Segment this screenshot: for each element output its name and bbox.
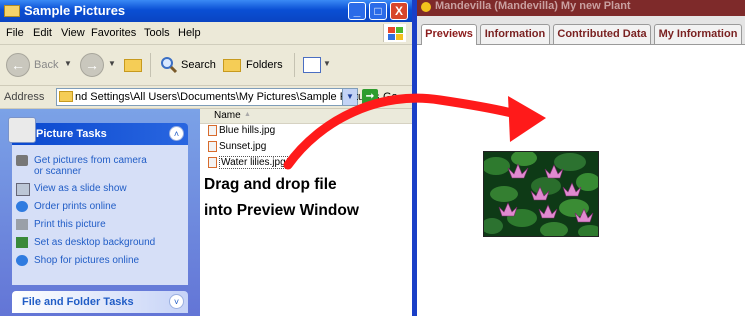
minimize-button[interactable]: _ xyxy=(348,2,366,20)
instruction-line-1: Drag and drop file xyxy=(204,176,337,193)
tab-information[interactable]: Information xyxy=(480,24,550,44)
close-button[interactable]: X xyxy=(390,2,408,20)
task-label: or scanner xyxy=(34,166,82,177)
views-dropdown-icon[interactable]: ▼ xyxy=(323,59,331,68)
water-lilies-preview-image xyxy=(483,151,599,237)
drag-drop-instruction: Drag and drop file into Preview Window xyxy=(204,172,359,224)
address-label: Address xyxy=(4,91,45,103)
task-label: Set as desktop background xyxy=(34,237,156,248)
search-icon[interactable] xyxy=(160,56,178,74)
back-button-label[interactable]: Back xyxy=(34,59,58,71)
views-icon[interactable] xyxy=(303,57,321,73)
menu-tools[interactable]: Tools xyxy=(144,27,170,39)
jpg-file-icon xyxy=(208,125,217,136)
explorer-window: Sample Pictures _ □ X File Edit View Fav… xyxy=(0,0,412,316)
sort-arrow-icon: ▲ xyxy=(244,111,251,118)
toolbar-separator xyxy=(294,53,295,77)
file-item[interactable]: Blue hills.jpg xyxy=(208,125,275,136)
column-header[interactable]: Name ▲ xyxy=(200,109,412,124)
expand-chevron-icon[interactable]: ˅ xyxy=(169,294,184,309)
globe-icon xyxy=(16,201,28,212)
file-name: Sunset.jpg xyxy=(219,141,267,153)
toolbar: ← Back ▼ → ▼ Search Folders ▼ xyxy=(0,45,412,86)
jpg-file-icon xyxy=(208,157,217,168)
back-arrow-icon[interactable]: ← xyxy=(6,53,30,77)
menu-edit[interactable]: Edit xyxy=(33,27,52,39)
menu-help[interactable]: Help xyxy=(178,27,201,39)
task-label: View as a slide show xyxy=(34,183,127,194)
search-button-label[interactable]: Search xyxy=(181,59,216,71)
file-item[interactable]: Sunset.jpg xyxy=(208,141,266,152)
printer-icon xyxy=(16,219,28,230)
windows-logo-icon xyxy=(383,24,406,42)
address-value: nd Settings\All Users\Documents\My Pictu… xyxy=(75,91,380,103)
desktop-icon xyxy=(16,237,28,248)
menu-file[interactable]: File xyxy=(6,27,24,39)
picture-tasks-panel: Get pictures from camera or scanner View… xyxy=(12,145,188,285)
collapse-chevron-icon[interactable]: ˄ xyxy=(169,126,184,141)
go-arrow-icon[interactable]: ➞ xyxy=(362,89,378,105)
tab-previews[interactable]: Previews xyxy=(421,24,477,45)
app-titlebar[interactable]: Mandevilla (Mandevilla) My new Plant xyxy=(417,0,745,16)
forward-arrow-icon[interactable]: → xyxy=(80,53,104,77)
instruction-line-2: into Preview Window xyxy=(204,202,359,219)
task-label: Print this picture xyxy=(34,219,106,230)
tab-bar: Previews Information Contributed Data My… xyxy=(417,16,745,45)
picture-tasks-title: Picture Tasks xyxy=(36,128,107,140)
app-info-icon xyxy=(421,2,431,12)
menu-bar: File Edit View Favorites Tools Help xyxy=(0,22,412,45)
tab-my-information[interactable]: My Information xyxy=(654,24,742,44)
file-name: Water lilies.jpg xyxy=(219,156,288,170)
tab-contributed-data[interactable]: Contributed Data xyxy=(553,24,651,44)
task-label: Get pictures from camera xyxy=(34,155,147,166)
forward-dropdown-icon[interactable]: ▼ xyxy=(108,59,116,68)
toolbar-separator xyxy=(150,53,151,77)
address-dropdown-icon[interactable]: ▼ xyxy=(342,89,357,105)
up-folder-icon[interactable] xyxy=(124,59,142,72)
folder-icon xyxy=(59,91,73,102)
go-button-label[interactable]: Go xyxy=(383,91,398,103)
file-folder-tasks-title: File and Folder Tasks xyxy=(22,296,134,308)
task-pane: Picture Tasks ˄ Get pictures from camera… xyxy=(0,109,200,316)
jpg-file-icon xyxy=(208,141,217,152)
app-window: Mandevilla (Mandevilla) My new Plant Pre… xyxy=(417,0,745,316)
app-title: Mandevilla (Mandevilla) My new Plant xyxy=(435,0,631,12)
picture-tasks-icon xyxy=(8,117,36,143)
folders-button-label[interactable]: Folders xyxy=(246,59,283,71)
column-name[interactable]: Name xyxy=(214,110,241,121)
address-bar: Address nd Settings\All Users\Documents\… xyxy=(0,86,412,109)
task-label: Shop for pictures online xyxy=(34,255,140,266)
file-name: Blue hills.jpg xyxy=(219,125,276,137)
task-label: Order prints online xyxy=(34,201,117,212)
file-folder-tasks-header[interactable]: File and Folder Tasks ˅ xyxy=(12,291,188,313)
back-dropdown-icon[interactable]: ▼ xyxy=(64,59,72,68)
address-input[interactable]: nd Settings\All Users\Documents\My Pictu… xyxy=(56,88,379,106)
folder-icon xyxy=(4,5,20,17)
picture-tasks-header[interactable]: Picture Tasks ˄ xyxy=(8,117,188,145)
folders-icon[interactable] xyxy=(223,59,241,72)
maximize-button[interactable]: □ xyxy=(369,2,387,20)
menu-view[interactable]: View xyxy=(61,27,85,39)
explorer-title: Sample Pictures xyxy=(24,3,126,18)
preview-window[interactable] xyxy=(417,45,745,316)
globe-icon xyxy=(16,255,28,266)
menu-favorites[interactable]: Favorites xyxy=(91,27,136,39)
explorer-titlebar[interactable]: Sample Pictures _ □ X xyxy=(0,0,412,22)
camera-icon xyxy=(16,155,28,166)
file-item-selected[interactable]: Water lilies.jpg xyxy=(208,156,288,170)
slideshow-icon xyxy=(16,183,30,196)
